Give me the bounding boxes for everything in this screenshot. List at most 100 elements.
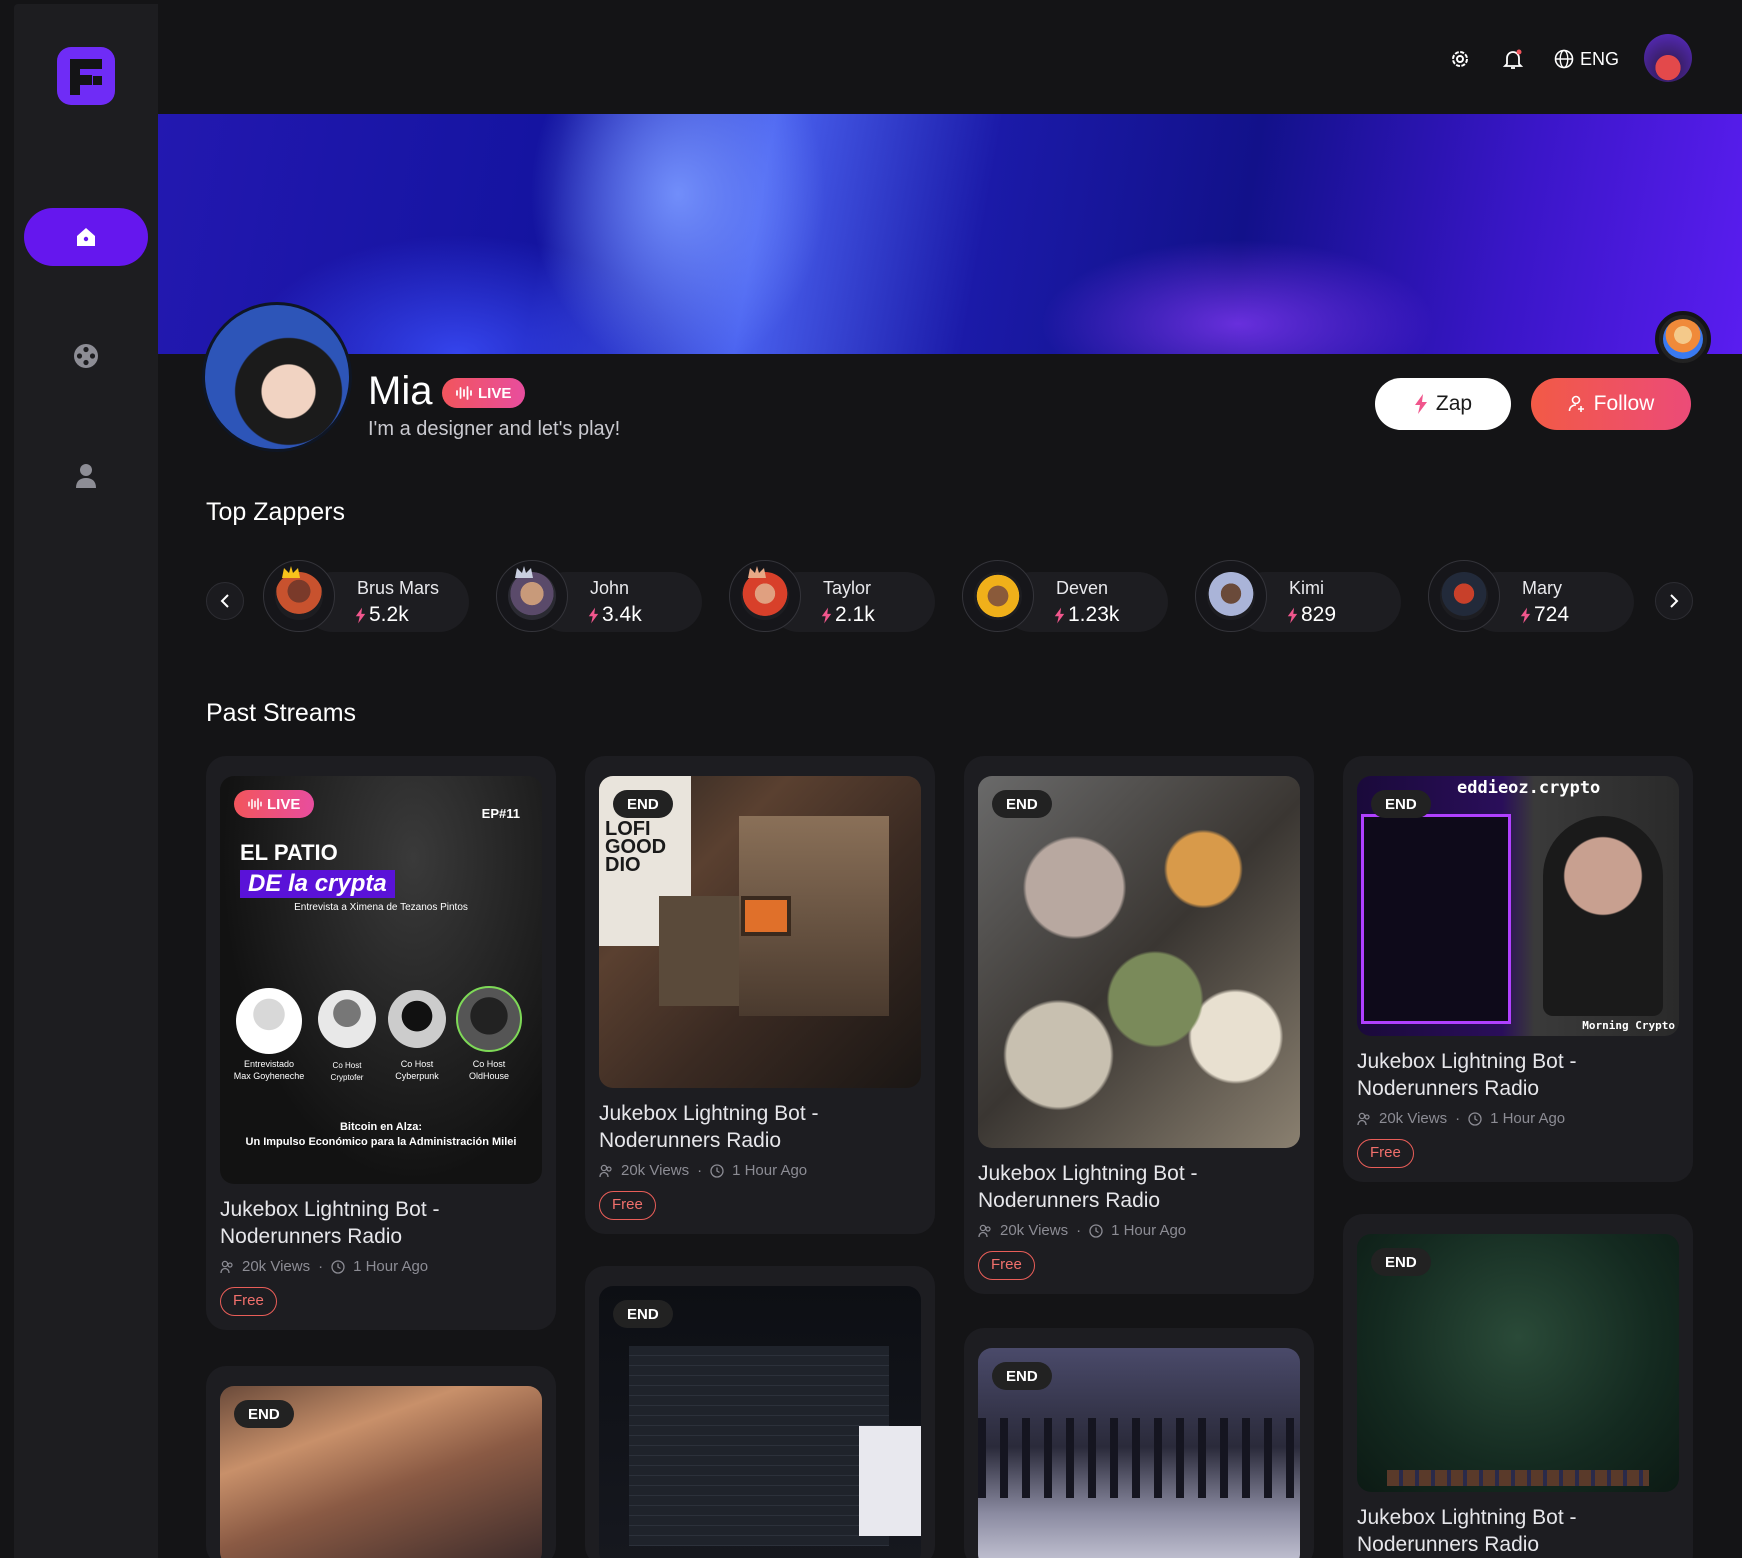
poster-episode: EP#11 (481, 806, 520, 821)
stream-status-badge: END (992, 1362, 1052, 1390)
stream-card[interactable]: LIVE EP#11 EL PATIO DE la crypta Entrevi… (206, 756, 556, 1330)
nav-discover-button[interactable] (64, 334, 108, 378)
poster-guest: Co Host Cryptofer (330, 1061, 364, 1082)
stream-card[interactable]: eddieoz.crypto Morning Crypto END Jukebo… (1343, 756, 1693, 1182)
chevron-right-icon (1670, 594, 1679, 608)
poster-footer2: Un Impulso Económico para la Administrac… (245, 1136, 517, 1148)
zapper-item[interactable]: Deven 1.23k (962, 560, 1168, 632)
add-user-icon (1568, 395, 1584, 412)
stream-title: Jukebox Lightning Bot - Noderunners Radi… (1357, 1506, 1577, 1556)
app: ENG Mia LIVE I'm a designer and let's pl… (0, 0, 1742, 1558)
zapper-item[interactable]: Brus Mars 5.2k (263, 560, 469, 632)
zapper-avatar (1440, 572, 1488, 620)
follow-label: Follow (1593, 392, 1655, 415)
zapper-avatar (741, 572, 789, 620)
zapper-item[interactable]: Taylor 2.1k (729, 560, 935, 632)
zapper-name: Taylor (823, 578, 872, 598)
stream-thumbnail: END (978, 776, 1300, 1148)
nav-profile-button[interactable] (64, 454, 108, 498)
zapper-name: Mary (1522, 578, 1562, 598)
stream-thumbnail: LOFI GOOD DIO END (599, 776, 921, 1088)
stream-time: 1 Hour Ago (732, 1162, 808, 1179)
follow-button[interactable]: Follow (1531, 378, 1691, 430)
crown-icon (748, 566, 766, 578)
stream-status-badge: END (613, 1300, 673, 1328)
users-icon (599, 1164, 612, 1177)
lightning-icon (1414, 394, 1427, 414)
poster-text: LOFI GOOD DIO (605, 818, 667, 876)
stream-status-badge: LIVE (234, 790, 315, 818)
zapper-item[interactable]: John 3.4k (496, 560, 702, 632)
lightning-icon (1054, 607, 1065, 623)
top-zappers-title: Top Zappers (206, 498, 345, 526)
zapper-item[interactable]: Kimi 829 (1195, 560, 1401, 632)
stream-thumbnail: eddieoz.crypto Morning Crypto END (1357, 776, 1679, 1036)
stream-time: 1 Hour Ago (353, 1258, 429, 1275)
stream-title: Jukebox Lightning Bot - Noderunners Radi… (599, 1102, 819, 1152)
stream-card[interactable]: END (206, 1366, 556, 1558)
zappers-next-button[interactable] (1655, 582, 1693, 620)
stream-card[interactable]: END Jukebox Lightning Bot - Noderunners … (1343, 1214, 1693, 1558)
poster-guest: Co Host Cyberpunk (395, 1059, 439, 1081)
lightning-icon (1520, 607, 1531, 623)
banner-mini-avatar[interactable] (1655, 311, 1711, 367)
zapper-item[interactable]: Mary 724 (1428, 560, 1634, 632)
live-label: LIVE (478, 384, 512, 402)
stream-status-badge: END (234, 1400, 294, 1428)
zapper-name: Brus Mars (357, 578, 440, 598)
stream-status-badge: END (1371, 1248, 1431, 1276)
language-selector[interactable]: ENG (1554, 44, 1619, 74)
stream-title: Jukebox Lightning Bot - Noderunners Radi… (220, 1198, 440, 1248)
lightning-icon (1287, 607, 1298, 623)
price-badge: Free (220, 1287, 277, 1316)
price-badge: Free (599, 1191, 656, 1220)
clock-icon (331, 1259, 345, 1274)
zappers-prev-button[interactable] (206, 582, 244, 620)
zap-button[interactable]: Zap (1375, 378, 1511, 430)
stream-views: 20k Views (1000, 1222, 1069, 1239)
stream-status-label: LIVE (267, 795, 301, 813)
price-badge: Free (1357, 1139, 1414, 1168)
stream-time: 1 Hour Ago (1111, 1222, 1187, 1239)
stream-meta: 20k Views · 1 Hour Ago (1357, 1110, 1679, 1127)
film-reel-icon (74, 344, 98, 368)
stream-time: 1 Hour Ago (1490, 1110, 1566, 1127)
stream-thumbnail: LIVE EP#11 EL PATIO DE la crypta Entrevi… (220, 776, 542, 1184)
lightning-icon (588, 607, 599, 623)
profile-name: Mia (368, 369, 433, 413)
stream-card[interactable]: END Jukebox Lightning Bot - Noderunners … (964, 756, 1314, 1294)
top-bar: ENG (158, 4, 1742, 114)
home-icon (77, 228, 95, 246)
nav-home-button[interactable] (24, 208, 148, 266)
profile-avatar (202, 302, 352, 452)
past-streams-title: Past Streams (206, 699, 357, 727)
users-icon (220, 1260, 233, 1273)
clock-icon (1089, 1223, 1103, 1238)
zap-label: Zap (1435, 392, 1473, 415)
users-icon (978, 1224, 991, 1237)
stream-card[interactable]: END (964, 1328, 1314, 1558)
zapper-amount: 829 (1301, 603, 1337, 626)
chevron-left-icon (220, 594, 229, 608)
audio-wave-icon (248, 798, 262, 810)
poster-tag: Morning Crypto (1582, 1019, 1675, 1032)
stream-title: Jukebox Lightning Bot - Noderunners Radi… (1357, 1050, 1577, 1100)
bell-icon (1502, 49, 1524, 69)
zapper-amount: 3.4k (602, 603, 642, 626)
zapper-name: John (590, 578, 630, 598)
notifications-button[interactable] (1498, 44, 1528, 74)
settings-button[interactable] (1445, 44, 1475, 74)
zapper-name: Kimi (1289, 578, 1324, 598)
zapper-amount: 724 (1534, 603, 1570, 626)
user-icon (76, 464, 96, 488)
stream-meta: 20k Views · 1 Hour Ago (599, 1162, 921, 1179)
app-logo[interactable] (57, 47, 115, 105)
user-avatar[interactable] (1644, 34, 1692, 82)
crown-icon (515, 566, 533, 578)
stream-card[interactable]: LOFI GOOD DIO END Jukebox Lightning Bot … (585, 756, 935, 1234)
stream-card[interactable]: END (585, 1266, 935, 1558)
stream-meta: 20k Views · 1 Hour Ago (978, 1222, 1300, 1239)
main-content: ENG Mia LIVE I'm a designer and let's pl… (158, 4, 1742, 1558)
clock-icon (1468, 1111, 1482, 1126)
language-label: ENG (1580, 48, 1620, 69)
